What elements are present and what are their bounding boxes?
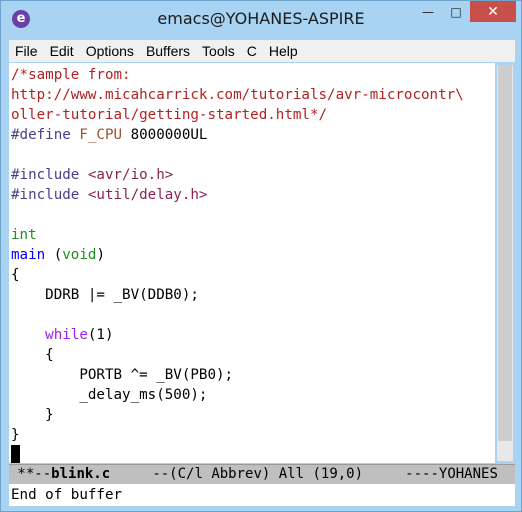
menu-options[interactable]: Options [80, 43, 140, 59]
type-keyword: int [11, 227, 37, 243]
text-cursor [11, 445, 20, 463]
function-name: main [11, 247, 46, 263]
code-punct: ) [96, 247, 105, 263]
menu-file[interactable]: File [9, 43, 44, 59]
while-keyword: while [45, 327, 88, 343]
menu-help[interactable]: Help [263, 43, 304, 59]
minimize-icon[interactable]: — [414, 1, 442, 22]
code-line: } [11, 407, 54, 423]
code-line: { [11, 347, 54, 363]
include-keyword: #include [11, 167, 80, 183]
menu-c[interactable]: C [241, 43, 263, 59]
code-punct: ( [45, 247, 63, 263]
include-keyword: #include [11, 187, 80, 203]
close-icon[interactable]: ✕ [470, 1, 516, 22]
code-line: } [11, 427, 20, 443]
comment-line: /*sample from: [11, 67, 131, 83]
echo-area[interactable]: End of buffer [9, 484, 515, 506]
define-value: 8000000UL [122, 127, 208, 143]
code-line: PORTB ^= _BV(PB0); [11, 367, 234, 383]
maximize-icon[interactable]: □ [442, 1, 470, 22]
code-editor[interactable]: /*sample from: http://www.micahcarrick.c… [9, 63, 495, 463]
code-text: /*sample from: http://www.micahcarrick.c… [11, 65, 464, 463]
code-line: { [11, 267, 20, 283]
include-path: <util/delay.h> [87, 187, 208, 203]
menu-tools[interactable]: Tools [196, 43, 241, 59]
define-keyword: #define [11, 127, 71, 143]
title-bar[interactable]: e emacs@YOHANES-ASPIRE — □ ✕ [1, 1, 521, 39]
comment-line: http://www.micahcarrick.com/tutorials/av… [11, 87, 464, 103]
emacs-window: e emacs@YOHANES-ASPIRE — □ ✕ File Edit O… [0, 0, 522, 512]
modeline-info: --(C/l Abbrev) All (19,0) ----YOHANES [110, 466, 498, 482]
code-punct: (1) [87, 327, 114, 343]
window-controls: — □ ✕ [414, 1, 516, 23]
comment-line: oller-tutorial/getting-started.html*/ [11, 107, 328, 123]
menu-edit[interactable]: Edit [44, 43, 80, 59]
scrollbar-thumb[interactable] [498, 65, 512, 441]
mode-line: **--blink.c --(C/l Abbrev) All (19,0) --… [9, 464, 515, 484]
code-line: DDRB |= _BV(DDB0); [11, 287, 199, 303]
menu-buffers[interactable]: Buffers [140, 43, 196, 59]
type-keyword: void [62, 247, 97, 263]
code-line: _delay_ms(500); [11, 387, 208, 403]
define-name: F_CPU [79, 127, 123, 143]
menu-bar: File Edit Options Buffers Tools C Help [9, 40, 515, 62]
include-path: <avr/io.h> [87, 167, 174, 183]
buffer-name[interactable]: blink.c [51, 466, 110, 482]
modeline-status: **-- [9, 466, 52, 482]
